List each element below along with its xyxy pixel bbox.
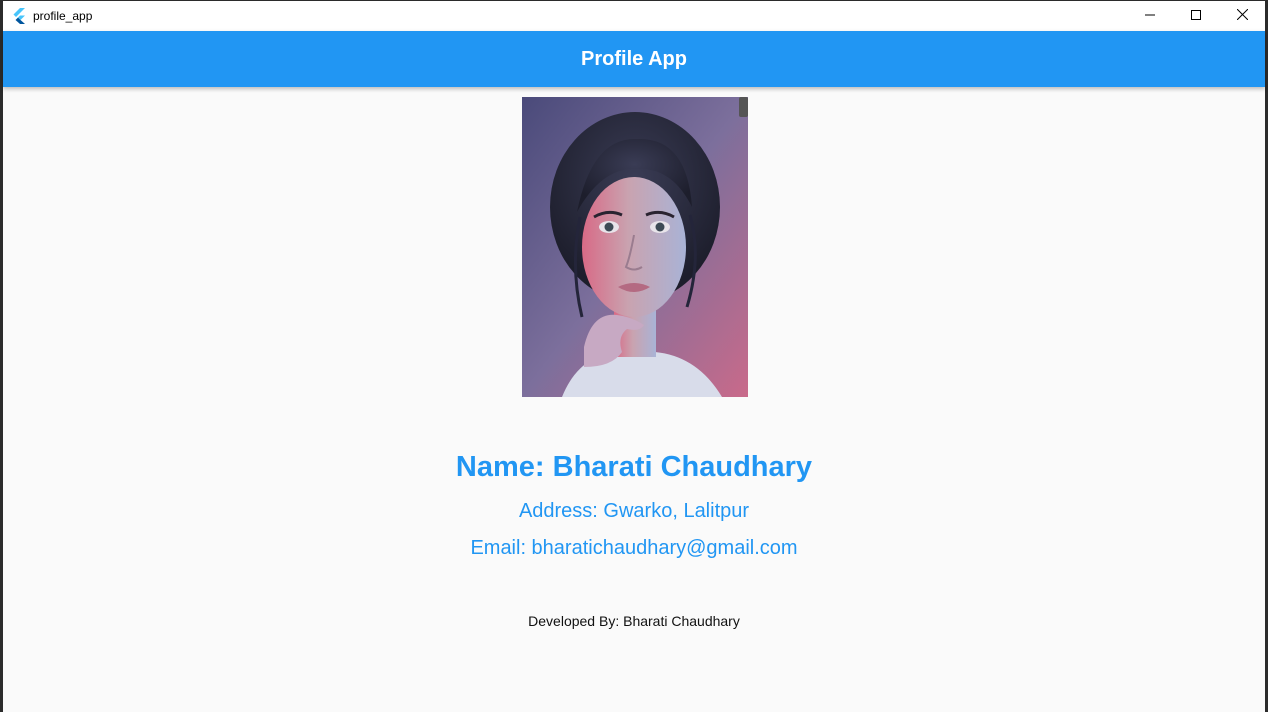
profile-body: Name: Bharati Chaudhary Address: Gwarko,… — [3, 87, 1265, 712]
app-window: profile_app Profile App Name: Bharati Ch… — [0, 0, 1268, 712]
profile-email: Email: bharatichaudhary@gmail.com — [470, 537, 798, 559]
developer-credit: Developed By: Bharati Chaudhary — [528, 613, 740, 629]
maximize-button[interactable] — [1173, 1, 1219, 31]
profile-photo — [522, 97, 748, 397]
app-bar: Profile App — [3, 31, 1265, 87]
flutter-logo-icon — [12, 8, 26, 24]
maximize-icon — [1191, 7, 1201, 25]
minimize-button[interactable] — [1127, 1, 1173, 31]
minimize-icon — [1145, 7, 1155, 25]
profile-address: Address: Gwarko, Lalitpur — [518, 500, 750, 522]
window-title: profile_app — [33, 9, 93, 23]
app-bar-title: Profile App — [581, 47, 687, 70]
close-icon — [1236, 7, 1248, 25]
photo-scroll-thumb[interactable] — [739, 97, 748, 117]
window-controls — [1127, 1, 1265, 31]
title-bar[interactable]: profile_app — [3, 1, 1265, 31]
profile-name: Name: Bharati Chaudhary — [455, 451, 813, 483]
close-button[interactable] — [1219, 1, 1265, 31]
